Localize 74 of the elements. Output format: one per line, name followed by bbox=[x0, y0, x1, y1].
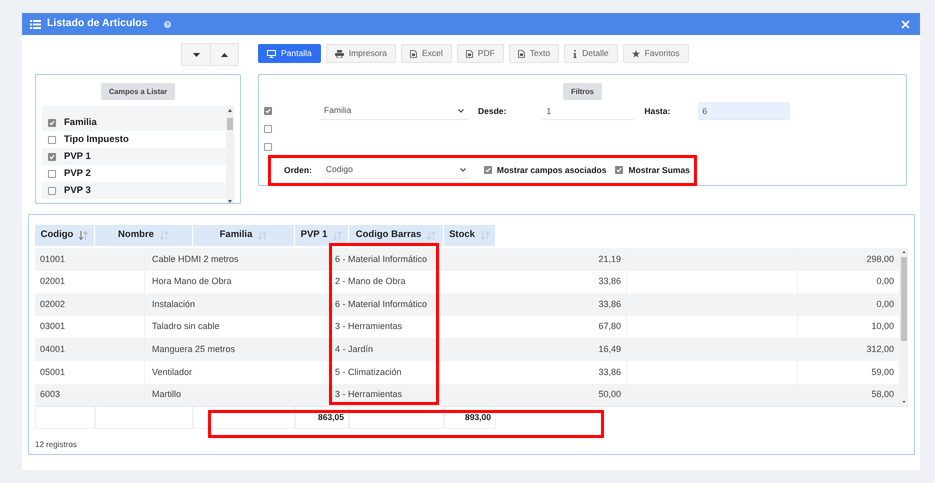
table-cell: Martillo bbox=[145, 384, 328, 406]
monitor-icon bbox=[267, 50, 276, 58]
caret-up-icon bbox=[221, 52, 228, 56]
table-cell: 6003 bbox=[35, 384, 145, 406]
total-cell: 893,00 bbox=[444, 407, 496, 430]
checkbox[interactable] bbox=[48, 118, 56, 127]
close-icon[interactable] bbox=[901, 20, 910, 28]
field-label: Familia bbox=[64, 116, 97, 130]
checkbox[interactable] bbox=[48, 152, 56, 161]
table-cell: 33,86 bbox=[440, 293, 627, 316]
scrollbar[interactable] bbox=[226, 106, 234, 203]
checkbox[interactable] bbox=[264, 143, 272, 152]
window-title: Listado de Articulos bbox=[47, 16, 148, 32]
table-cell: 298,00 bbox=[798, 248, 900, 271]
checkbox[interactable] bbox=[264, 125, 272, 134]
field-label: PVP 2 bbox=[64, 166, 91, 181]
table-cell: 50,00 bbox=[440, 384, 627, 406]
field-label: Hasta: bbox=[644, 104, 670, 118]
column-header[interactable]: Codigo bbox=[35, 225, 95, 246]
column-header[interactable]: Familia bbox=[193, 225, 295, 246]
to-field[interactable]: 6 bbox=[698, 102, 790, 120]
table-cell: Instalación bbox=[145, 293, 328, 316]
file-icon bbox=[410, 50, 417, 58]
total-cell: 863,05 bbox=[295, 407, 349, 430]
table-cell: 16,49 bbox=[440, 338, 627, 361]
help-icon[interactable] bbox=[164, 20, 171, 28]
field-label: Tipo Impuesto bbox=[64, 132, 129, 147]
toolbar-button[interactable]: Favoritos bbox=[622, 44, 689, 63]
checkbox[interactable] bbox=[48, 170, 56, 178]
table-cell: Manguera 25 metros bbox=[145, 338, 328, 361]
info-icon bbox=[573, 50, 578, 58]
caret-down-icon bbox=[192, 52, 200, 56]
chevron-down-icon bbox=[458, 108, 464, 113]
table-cell: 6 - Material Informático bbox=[328, 293, 440, 316]
file-icon bbox=[518, 50, 525, 58]
checkbox[interactable] bbox=[484, 166, 492, 174]
column-header[interactable]: Nombre bbox=[95, 225, 193, 246]
checkbox[interactable] bbox=[48, 136, 56, 144]
record-count: 12 registros bbox=[35, 439, 77, 452]
order-label: Orden: bbox=[284, 164, 312, 177]
star-icon bbox=[632, 50, 640, 58]
checkbox[interactable] bbox=[48, 186, 56, 195]
printer-icon bbox=[334, 50, 344, 58]
file-icon bbox=[466, 50, 473, 58]
toolbar-button[interactable]: Pantalla bbox=[258, 44, 321, 63]
table-cell: 02002 bbox=[35, 293, 145, 316]
table-cell: 0,00 bbox=[798, 293, 900, 316]
scrollbar[interactable] bbox=[900, 248, 908, 406]
table-cell: 04001 bbox=[35, 338, 145, 361]
table-cell: 01001 bbox=[35, 248, 145, 271]
table-cell: Cable HDMI 2 metros bbox=[145, 248, 328, 271]
checkbox[interactable] bbox=[615, 166, 624, 174]
column-header[interactable]: Stock bbox=[444, 225, 496, 246]
column-header[interactable]: PVP 1 bbox=[295, 225, 349, 246]
toolbar-button[interactable]: PDF bbox=[456, 44, 504, 63]
order-select[interactable]: Codigo bbox=[322, 161, 470, 180]
toolbar-button[interactable]: Texto bbox=[508, 44, 560, 63]
toolbar-button[interactable]: Excel bbox=[400, 44, 452, 63]
toolbar-button[interactable]: Impresora bbox=[326, 44, 396, 63]
toolbar-button[interactable]: Detalle bbox=[564, 44, 618, 63]
table-cell: 4 - Jardín bbox=[328, 338, 440, 361]
table-cell: 6 - Material Informático bbox=[328, 248, 440, 271]
field-select[interactable]: Familia bbox=[320, 102, 468, 120]
option-label: Mostrar campos asociados bbox=[496, 164, 606, 177]
option-label: Mostrar Sumas bbox=[628, 164, 690, 177]
chevron-down-icon bbox=[460, 168, 466, 172]
table-cell: 312,00 bbox=[798, 338, 900, 361]
list-icon bbox=[30, 20, 41, 28]
checkbox[interactable] bbox=[264, 107, 272, 116]
field-label: Desde: bbox=[478, 104, 506, 118]
field-label: PVP 3 bbox=[64, 184, 91, 198]
table-cell: 58,00 bbox=[798, 384, 900, 406]
table-cell: 21,19 bbox=[440, 248, 627, 271]
field-label: PVP 1 bbox=[64, 150, 91, 164]
